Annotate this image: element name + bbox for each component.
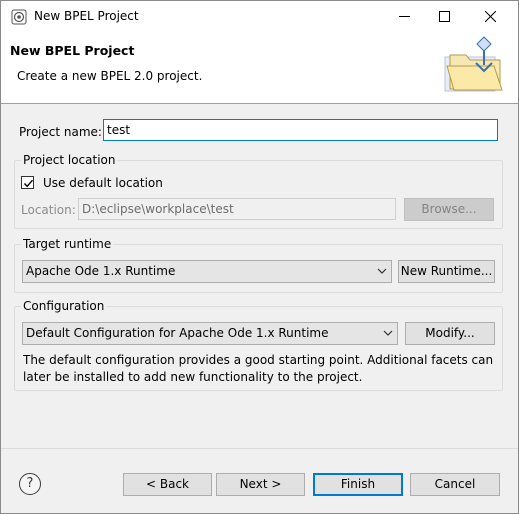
target-runtime-title: Target runtime xyxy=(21,237,114,251)
new-runtime-button[interactable]: New Runtime... xyxy=(398,260,495,283)
configuration-value: Default Configuration for Apache Ode 1.x… xyxy=(26,326,329,340)
title-bar: New BPEL Project xyxy=(1,1,518,32)
configuration-description-line1: The default configuration provides a goo… xyxy=(23,353,494,367)
banner-title: New BPEL Project xyxy=(10,43,135,58)
target-runtime-select[interactable]: Apache Ode 1.x Runtime xyxy=(22,260,392,283)
new-bpel-project-dialog: New BPEL Project New BPEL Project Create… xyxy=(0,0,519,514)
checkmark-icon xyxy=(23,179,34,188)
project-name-label: Project name: xyxy=(19,125,102,139)
close-icon xyxy=(484,10,496,23)
use-default-location-label[interactable]: Use default location xyxy=(43,176,163,190)
minimize-icon xyxy=(398,16,410,17)
project-name-input[interactable] xyxy=(103,119,498,141)
maximize-icon xyxy=(438,11,450,22)
close-button[interactable] xyxy=(467,1,513,32)
project-location-title: Project location xyxy=(21,153,118,167)
finish-button[interactable]: Finish xyxy=(313,473,403,496)
folder-wizard-icon xyxy=(444,36,503,92)
modify-button[interactable]: Modify... xyxy=(405,322,495,345)
target-runtime-value: Apache Ode 1.x Runtime xyxy=(26,264,176,278)
wizard-banner: New BPEL Project Create a new BPEL 2.0 p… xyxy=(1,32,518,104)
location-label: Location: xyxy=(21,203,76,217)
help-icon[interactable]: ? xyxy=(19,473,41,495)
eclipse-app-icon xyxy=(11,9,27,25)
configuration-title: Configuration xyxy=(21,299,107,313)
browse-button: Browse... xyxy=(404,198,494,221)
banner-description: Create a new BPEL 2.0 project. xyxy=(17,69,203,83)
chevron-down-icon xyxy=(377,268,387,274)
configuration-description: The default configuration provides a goo… xyxy=(23,352,499,386)
back-button[interactable]: < Back xyxy=(123,473,212,496)
cancel-button[interactable]: Cancel xyxy=(410,473,500,496)
location-path-input: D:\eclipse\workplace\test xyxy=(78,198,396,220)
maximize-button[interactable] xyxy=(421,1,467,32)
use-default-location-checkbox[interactable] xyxy=(21,176,34,189)
window-title: New BPEL Project xyxy=(34,9,139,23)
configuration-description-line2: later be installed to add new functional… xyxy=(23,370,363,384)
next-button[interactable]: Next > xyxy=(216,473,305,496)
footer-separator xyxy=(1,448,518,449)
chevron-down-icon xyxy=(383,330,393,336)
configuration-select[interactable]: Default Configuration for Apache Ode 1.x… xyxy=(22,322,398,345)
